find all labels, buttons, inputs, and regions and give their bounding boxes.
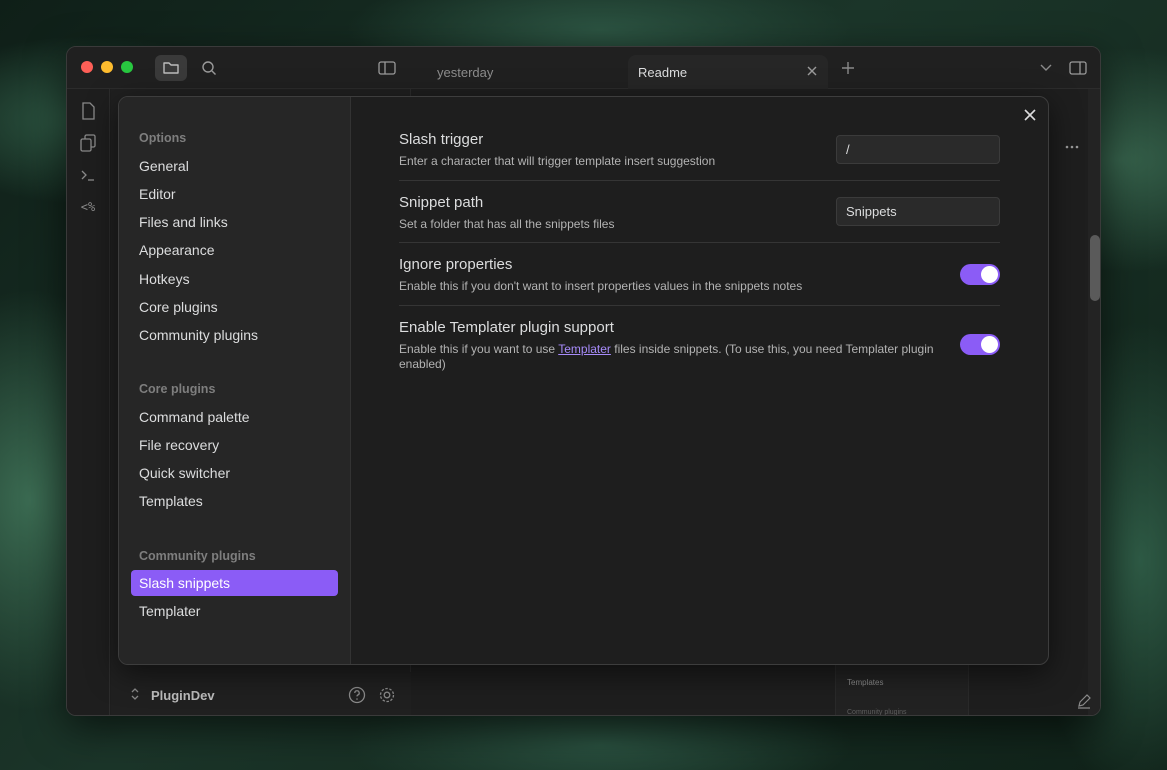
- tab-label: Readme: [638, 64, 688, 80]
- snippet-path-input[interactable]: [836, 197, 1000, 226]
- gear-icon[interactable]: [378, 686, 396, 704]
- open-daily-note-button[interactable]: [78, 101, 98, 121]
- tab-readme[interactable]: Readme: [628, 55, 828, 89]
- settings-modal: Options General Editor Files and links A…: [118, 96, 1049, 665]
- nav-item-command-palette[interactable]: Command palette: [131, 404, 338, 430]
- more-options-icon[interactable]: [1065, 145, 1079, 149]
- nav-header-options: Options: [139, 131, 187, 145]
- help-icon[interactable]: [348, 686, 366, 704]
- nav-item-editor[interactable]: Editor: [131, 181, 338, 207]
- editor-scrollbar[interactable]: [1088, 89, 1100, 715]
- ribbon: <%: [67, 89, 110, 715]
- background-templates-text: Templates: [847, 678, 884, 687]
- sidebar-icon: [378, 61, 396, 75]
- slash-trigger-input[interactable]: [836, 135, 1000, 164]
- templater-link[interactable]: Templater: [558, 342, 611, 356]
- file-icon: [82, 102, 95, 120]
- vault-switcher-icon[interactable]: [129, 686, 141, 702]
- setting-ignore-properties: Ignore properties Enable this if you don…: [399, 256, 1000, 294]
- setting-description: Enable this if you want to use Templater…: [399, 342, 939, 372]
- search-icon: [202, 61, 216, 75]
- folder-icon: [163, 62, 179, 74]
- tab-yesterday[interactable]: yesterday: [427, 55, 617, 89]
- tab-list-button[interactable]: [1030, 55, 1062, 81]
- nav-item-hotkeys[interactable]: Hotkeys: [131, 266, 338, 292]
- toggle-right-sidebar-button[interactable]: [1062, 55, 1094, 81]
- settings-sidebar: Options General Editor Files and links A…: [119, 97, 351, 664]
- ignore-properties-toggle[interactable]: [960, 264, 1000, 285]
- nav-header-community-plugins: Community plugins: [139, 549, 256, 563]
- right-sidebar-icon: [1069, 61, 1087, 75]
- vault-bar: PluginDev: [111, 672, 411, 715]
- templater-support-toggle[interactable]: [960, 334, 1000, 355]
- nav-item-general[interactable]: General: [131, 153, 338, 179]
- copy-icon: [80, 134, 96, 152]
- close-icon[interactable]: [1022, 107, 1038, 123]
- close-window-button[interactable]: [81, 61, 93, 73]
- scrollbar-thumb[interactable]: [1090, 235, 1100, 301]
- description-text: Enable this if you want to use: [399, 342, 559, 356]
- maximize-window-button[interactable]: [121, 61, 133, 73]
- setting-description: Enable this if you don't want to insert …: [399, 279, 803, 293]
- vault-name[interactable]: PluginDev: [151, 688, 215, 703]
- background-community-text: Community plugins: [847, 709, 907, 716]
- plus-icon: [842, 62, 854, 74]
- setting-name: Enable Templater plugin support: [399, 319, 614, 336]
- nav-item-templates[interactable]: Templates: [131, 488, 338, 514]
- toggle-knob: [981, 266, 998, 283]
- nav-header-core-plugins: Core plugins: [139, 382, 216, 396]
- search-button[interactable]: [193, 55, 225, 81]
- templater-icon: <%: [80, 200, 96, 214]
- nav-item-slash-snippets[interactable]: Slash snippets: [131, 570, 338, 596]
- file-explorer-button[interactable]: [155, 55, 187, 81]
- nav-item-file-recovery[interactable]: File recovery: [131, 432, 338, 458]
- nav-item-files-and-links[interactable]: Files and links: [131, 209, 338, 235]
- command-palette-button[interactable]: [78, 165, 98, 185]
- edit-icon[interactable]: [1076, 693, 1092, 709]
- new-tab-button[interactable]: [832, 55, 864, 81]
- divider: [399, 305, 1000, 306]
- tab-label: yesterday: [437, 64, 494, 80]
- nav-item-core-plugins[interactable]: Core plugins: [131, 294, 338, 320]
- toggle-knob: [981, 336, 998, 353]
- toggle-sidebar-button[interactable]: [371, 55, 403, 81]
- templater-button[interactable]: <%: [78, 197, 98, 217]
- nav-item-appearance[interactable]: Appearance: [131, 237, 338, 263]
- setting-templater-support: Enable Templater plugin support Enable t…: [399, 319, 939, 372]
- nav-item-quick-switcher[interactable]: Quick switcher: [131, 460, 338, 486]
- chevron-down-icon: [1040, 64, 1052, 71]
- title-bar: yesterday Readme: [67, 47, 1100, 89]
- setting-name: Ignore properties: [399, 256, 513, 273]
- terminal-icon: [81, 170, 94, 181]
- nav-item-community-plugins[interactable]: Community plugins: [131, 322, 338, 348]
- close-tab-icon[interactable]: [804, 63, 820, 79]
- nav-item-templater[interactable]: Templater: [131, 598, 338, 624]
- copy-button[interactable]: [78, 133, 98, 153]
- minimize-window-button[interactable]: [101, 61, 113, 73]
- divider: [399, 242, 1000, 243]
- divider: [399, 180, 1000, 181]
